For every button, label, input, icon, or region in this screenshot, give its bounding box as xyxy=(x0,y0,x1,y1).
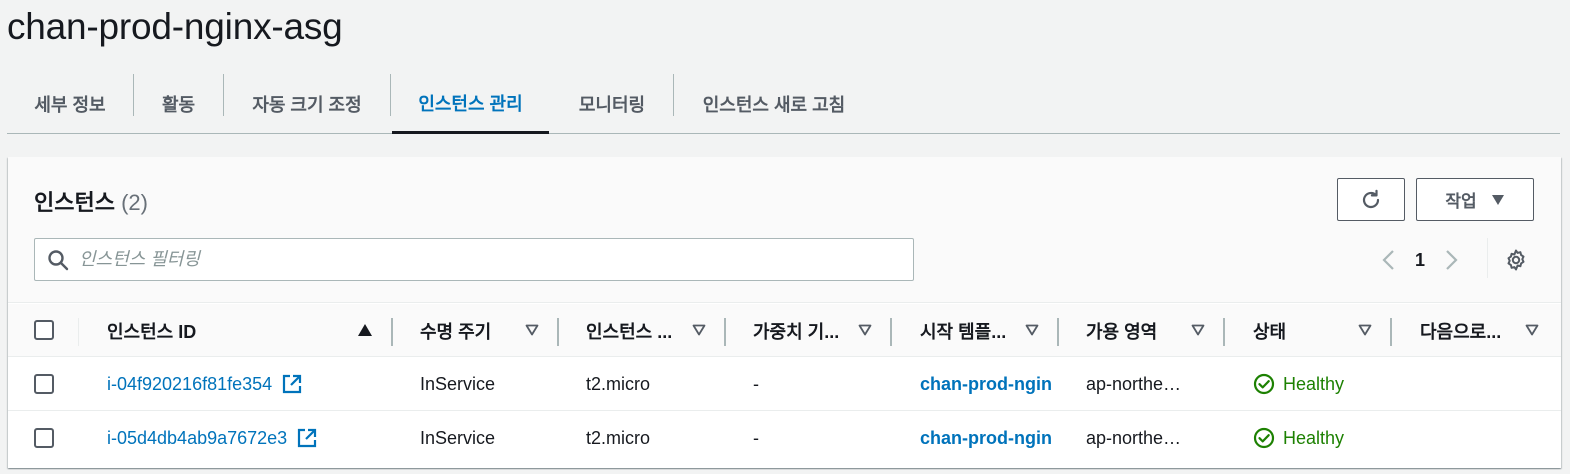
actions-label: 작업 xyxy=(1445,192,1477,211)
column-label: 인스턴스 ID xyxy=(107,321,197,342)
instance-count: (2) xyxy=(121,190,148,215)
column-divider[interactable] xyxy=(1057,318,1059,346)
page-number[interactable]: 1 xyxy=(1403,250,1437,271)
column-divider[interactable] xyxy=(890,318,892,346)
column-divider[interactable] xyxy=(391,318,393,346)
page-title: chan-prod-nginx-asg xyxy=(7,6,343,47)
column-header-health[interactable]: 상태 xyxy=(1253,304,1348,357)
gear-icon[interactable] xyxy=(1501,245,1531,275)
column-header-weight[interactable]: 가중치 기... xyxy=(753,304,853,357)
health-status: Healthy xyxy=(1253,373,1344,395)
tab-instance-management[interactable]: 인스턴스 관리 xyxy=(392,74,549,134)
sort-icon[interactable] xyxy=(856,321,874,339)
next-cell xyxy=(1420,411,1550,465)
column-header-launch-template[interactable]: 시작 템플... xyxy=(920,304,1020,357)
column-divider[interactable] xyxy=(724,318,726,346)
column-label: 시작 템플... xyxy=(920,321,1007,342)
tab-details[interactable]: 세부 정보 xyxy=(7,74,133,134)
lifecycle-cell: InService xyxy=(420,373,496,394)
instance-id-link[interactable]: i-05d4db4ab9a7672e3 xyxy=(107,428,287,449)
instance-type-cell: t2.micro xyxy=(586,373,651,394)
tab-monitoring[interactable]: 모니터링 xyxy=(550,74,674,134)
sort-icon[interactable] xyxy=(1023,321,1041,339)
column-label: 수명 주기 xyxy=(420,321,492,342)
health-label: Healthy xyxy=(1283,373,1345,394)
sort-ascending-icon[interactable] xyxy=(356,321,374,339)
instance-type-cell: t2.micro xyxy=(586,427,651,448)
health-label: Healthy xyxy=(1283,427,1345,448)
panel-header xyxy=(8,157,1561,303)
sort-icon[interactable] xyxy=(1523,321,1541,339)
column-header-availability-zone[interactable]: 가용 영역 xyxy=(1086,304,1181,357)
row-checkbox[interactable] xyxy=(34,428,54,448)
select-all-checkbox[interactable] xyxy=(34,320,54,340)
column-header-instance-type[interactable]: 인스턴스 ... xyxy=(586,304,686,357)
tab-bar: 세부 정보 활동 자동 크기 조정 인스턴스 관리 모니터링 인스턴스 새로 고… xyxy=(7,74,1560,134)
instance-id-cell: i-04f920216f81fe354 xyxy=(107,357,387,411)
launch-template-link[interactable]: chan-prod-ngin xyxy=(920,374,1052,395)
table-row[interactable]: i-05d4db4ab9a7672e3 InService t2.micro -… xyxy=(8,411,1561,465)
health-cell: Healthy xyxy=(1253,357,1393,411)
panel-title: 인스턴스 (2) xyxy=(34,185,148,217)
actions-dropdown-button[interactable]: 작업 xyxy=(1416,178,1534,221)
column-label: 가중치 기... xyxy=(753,321,840,342)
search-icon xyxy=(47,249,69,271)
column-label: 다음으로... xyxy=(1420,321,1502,342)
column-divider[interactable] xyxy=(557,318,559,346)
sort-icon[interactable] xyxy=(1189,321,1207,339)
weight-cell: - xyxy=(753,373,759,394)
launch-template-cell: chan-prod-ngin xyxy=(920,411,1060,465)
check-circle-icon xyxy=(1253,427,1275,449)
external-link-icon[interactable] xyxy=(282,374,302,394)
column-label: 인스턴스 ... xyxy=(586,321,673,342)
external-link-icon[interactable] xyxy=(297,428,317,448)
instance-filter xyxy=(34,238,914,281)
pagination: 1 xyxy=(1373,244,1467,276)
refresh-icon xyxy=(1359,188,1383,212)
launch-template-link[interactable]: chan-prod-ngin xyxy=(920,428,1052,449)
column-label: 가용 영역 xyxy=(1086,321,1158,342)
health-status: Healthy xyxy=(1253,427,1344,449)
tab-activity[interactable]: 활동 xyxy=(134,74,223,134)
tab-instance-refresh[interactable]: 인스턴스 새로 고침 xyxy=(674,74,874,134)
health-cell: Healthy xyxy=(1253,411,1393,465)
column-header-instance-id[interactable]: 인스턴스 ID xyxy=(107,304,337,357)
row-checkbox[interactable] xyxy=(34,374,54,394)
column-header-lifecycle[interactable]: 수명 주기 xyxy=(420,304,515,357)
caret-down-icon xyxy=(1491,194,1505,206)
panel-title-text: 인스턴스 xyxy=(34,190,115,215)
launch-template-cell: chan-prod-ngin xyxy=(920,357,1060,411)
check-circle-icon xyxy=(1253,373,1275,395)
refresh-button[interactable] xyxy=(1337,178,1405,221)
column-divider[interactable] xyxy=(1390,318,1392,346)
chevron-right-icon[interactable] xyxy=(1437,245,1467,275)
sort-icon[interactable] xyxy=(1356,321,1374,339)
table-header: 인스턴스 ID 수명 주기 인스턴스 ... 가중치 기... 시작 템플... xyxy=(8,304,1561,357)
availability-zone-cell: ap-northe… xyxy=(1086,427,1182,448)
instances-panel: 인스턴스 (2) 작업 1 xyxy=(8,157,1561,468)
column-label: 상태 xyxy=(1253,321,1287,342)
availability-zone-cell: ap-northe… xyxy=(1086,373,1182,394)
chevron-left-icon[interactable] xyxy=(1373,245,1403,275)
sort-icon[interactable] xyxy=(690,321,708,339)
column-divider xyxy=(78,318,79,346)
search-input[interactable] xyxy=(79,249,899,270)
divider xyxy=(1487,238,1488,278)
instance-id-cell: i-05d4db4ab9a7672e3 xyxy=(107,411,387,465)
instance-id-link[interactable]: i-04f920216f81fe354 xyxy=(107,374,272,395)
table-row[interactable]: i-04f920216f81fe354 InService t2.micro -… xyxy=(8,357,1561,411)
tab-auto-scaling[interactable]: 자동 크기 조정 xyxy=(224,74,390,134)
lifecycle-cell: InService xyxy=(420,427,496,448)
sort-icon[interactable] xyxy=(523,321,541,339)
column-divider[interactable] xyxy=(1223,318,1225,346)
next-cell xyxy=(1420,357,1550,411)
weight-cell: - xyxy=(753,427,759,448)
column-header-next[interactable]: 다음으로... xyxy=(1420,304,1520,357)
tab-divider xyxy=(390,74,391,116)
